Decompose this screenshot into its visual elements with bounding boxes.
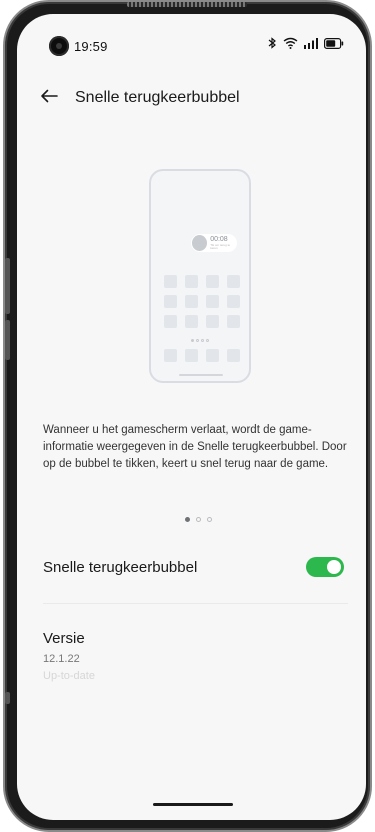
carousel-dots [185, 517, 212, 522]
back-button[interactable] [35, 84, 63, 112]
app-tile [206, 315, 219, 328]
version-block: Versie 12.1.22 Up-to-date [43, 630, 95, 682]
app-tile [206, 349, 219, 362]
mini-home-indicator [179, 374, 223, 376]
app-tile [164, 349, 177, 362]
version-status: Up-to-date [43, 670, 95, 682]
return-bubble-illustration: 00:08 Tik om terug te keren [191, 234, 237, 252]
app-tile [227, 315, 240, 328]
app-tile [206, 275, 219, 288]
app-tile [185, 349, 198, 362]
carousel-dot-2[interactable] [196, 517, 201, 522]
bubble-subtext: Tik om terug te keren [210, 243, 231, 250]
battery-icon [324, 37, 344, 49]
side-key [5, 692, 10, 704]
app-tile [185, 295, 198, 308]
status-icons [268, 37, 344, 49]
volume-button-secondary [5, 320, 10, 360]
return-bubble-toggle[interactable] [306, 557, 344, 577]
antenna-line [127, 2, 247, 7]
arrow-left-icon [40, 89, 58, 108]
app-tile [227, 295, 240, 308]
divider [43, 603, 348, 604]
app-tile [227, 349, 240, 362]
app-tile [185, 275, 198, 288]
version-number: 12.1.22 [43, 653, 80, 665]
carousel-dot-3[interactable] [207, 517, 212, 522]
mini-page-dots [191, 339, 209, 342]
status-clock: 19:59 [74, 39, 108, 54]
app-grid-illustration [164, 275, 240, 328]
app-tile [164, 315, 177, 328]
bluetooth-icon [268, 37, 277, 49]
front-camera [49, 36, 69, 56]
screen: 19:59 Snelle terugkeerbubbel 00:08 Tik o… [17, 14, 366, 820]
device-frame: 19:59 Snelle terugkeerbubbel 00:08 Tik o… [3, 0, 372, 832]
setting-row-return-bubble[interactable]: Snelle terugkeerbubbel [17, 544, 366, 594]
dock-illustration [164, 349, 240, 362]
status-bar: 19:59 [17, 14, 366, 58]
signal-icon [304, 37, 318, 49]
app-tile [164, 295, 177, 308]
toggle-knob [327, 560, 341, 574]
bubble-avatar-icon [192, 235, 208, 251]
wifi-icon [283, 37, 298, 49]
version-title: Versie [43, 630, 85, 647]
app-tile [185, 315, 198, 328]
carousel-dot-1[interactable] [185, 517, 190, 522]
app-tile [227, 275, 240, 288]
home-indicator[interactable] [153, 803, 233, 806]
app-tile [206, 295, 219, 308]
page-title: Snelle terugkeerbubbel [75, 89, 240, 106]
setting-label: Snelle terugkeerbubbel [43, 559, 198, 576]
app-tile [164, 275, 177, 288]
phone-illustration: 00:08 Tik om terug te keren [149, 169, 251, 383]
volume-button [5, 258, 10, 314]
feature-description: Wanneer u het gamescherm verlaat, wordt … [43, 424, 347, 470]
bubble-time: 00:08 [210, 236, 228, 243]
app-bar: Snelle terugkeerbubbel [17, 76, 366, 120]
